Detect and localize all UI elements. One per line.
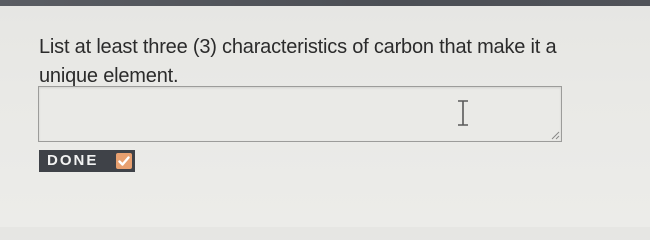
answer-textarea[interactable] xyxy=(38,86,562,142)
question-prompt: List at least three (3) characteristics … xyxy=(39,36,557,87)
done-button[interactable]: DONE xyxy=(39,150,135,172)
top-bar xyxy=(0,0,650,6)
checkmark-icon xyxy=(116,153,132,169)
done-button-label: DONE xyxy=(47,152,99,169)
